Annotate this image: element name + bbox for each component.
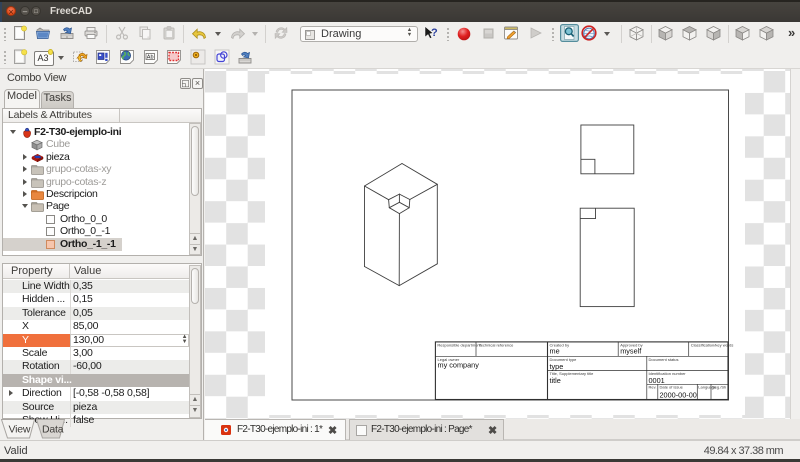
svg-text:Ab: Ab <box>146 54 153 60</box>
svg-text:type: type <box>550 362 564 371</box>
svg-text:0001: 0001 <box>649 376 665 385</box>
svg-text:my company: my company <box>438 361 480 370</box>
svg-text:?: ? <box>431 27 438 39</box>
svg-text:2000-00-00: 2000-00-00 <box>660 391 697 400</box>
svg-text:View: View <box>9 424 31 436</box>
svg-text:Classification/key words: Classification/key words <box>691 342 734 347</box>
svg-text:Rev.: Rev. <box>649 385 657 390</box>
svg-text:Data: Data <box>42 424 64 436</box>
svg-text:me: me <box>550 347 560 356</box>
svg-text:Seg./Sh: Seg./Sh <box>712 385 726 390</box>
svg-text:myself: myself <box>620 347 642 356</box>
svg-text:Technical reference: Technical reference <box>479 342 514 347</box>
svg-text:title: title <box>550 376 561 385</box>
svg-text:Document status: Document status <box>649 357 679 362</box>
svg-text:Date of issue: Date of issue <box>660 385 684 390</box>
svg-text:Responsible department: Responsible department <box>437 342 481 347</box>
